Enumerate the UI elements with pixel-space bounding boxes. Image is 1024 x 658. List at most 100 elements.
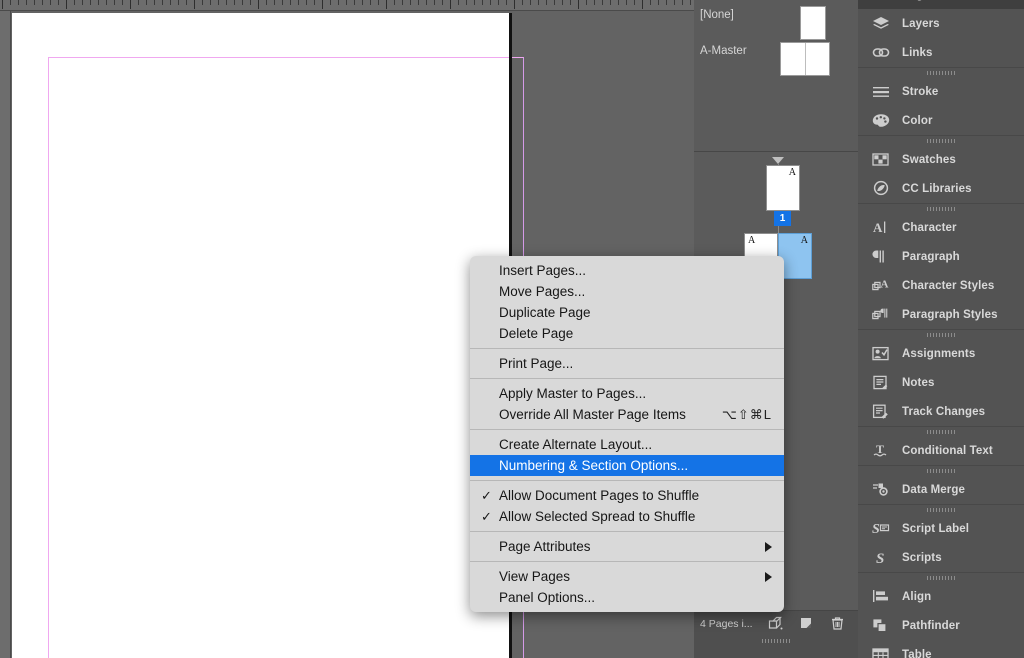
script-label-icon: S <box>870 519 892 539</box>
ruler-tick <box>98 0 99 5</box>
dock-item-label: Paragraph <box>902 250 960 263</box>
pages-panel-context-menu[interactable]: Insert Pages... Move Pages... Duplicate Pa… <box>470 256 784 612</box>
dock-item-scripts[interactable]: S Scripts <box>858 543 1024 572</box>
panel-grip[interactable] <box>927 139 955 143</box>
panel-grip[interactable] <box>927 430 955 434</box>
dock-group-grip[interactable] <box>858 330 1024 339</box>
dock-group-grip[interactable] <box>858 466 1024 475</box>
master-thumbnail-none[interactable] <box>800 6 826 40</box>
dock-group-grip[interactable] <box>858 427 1024 436</box>
dock-item-script-label[interactable]: S Script Label <box>858 514 1024 543</box>
vertical-ruler[interactable] <box>0 11 11 658</box>
ruler-tick <box>50 0 51 5</box>
cc-libraries-icon <box>870 179 892 199</box>
ruler-tick <box>178 0 179 5</box>
dock-group-grip[interactable] <box>858 204 1024 213</box>
spread-collapse-arrow-icon[interactable] <box>772 157 784 164</box>
ruler-tick <box>58 0 59 5</box>
panel-grip[interactable] <box>927 333 955 337</box>
master-thumbnail-a-master[interactable] <box>780 42 830 76</box>
ruler-tick <box>274 0 275 5</box>
script-label-icon: S <box>872 522 890 537</box>
menu-item-page-attributes[interactable]: Page Attributes <box>470 536 784 557</box>
ruler-tick <box>74 0 75 5</box>
ruler-tick <box>210 0 211 5</box>
checkmark-icon: ✓ <box>481 509 492 524</box>
dock-item-paragraph[interactable]: Paragraph <box>858 242 1024 271</box>
master-row-a-master[interactable]: A-Master <box>694 40 858 76</box>
color-icon <box>870 111 892 131</box>
dock-item-character[interactable]: A Character <box>858 213 1024 242</box>
menu-item-label: Allow Selected Spread to Shuffle <box>499 509 696 524</box>
menu-item-print-page[interactable]: Print Page... <box>470 353 784 374</box>
dock-item-assignments[interactable]: Assignments <box>858 339 1024 368</box>
menu-item-allow-selected-spread-to-shuffle[interactable]: ✓ Allow Selected Spread to Shuffle <box>470 506 784 527</box>
dock-item-align[interactable]: Align <box>858 582 1024 611</box>
menu-item-override-all-master-page-items[interactable]: Override All Master Page Items ⌥⇧⌘L <box>470 404 784 425</box>
dock-group-grip[interactable] <box>858 505 1024 514</box>
panel-grip[interactable] <box>927 576 955 580</box>
menu-item-move-pages[interactable]: Move Pages... <box>470 281 784 302</box>
dock-item-cc-libraries[interactable]: CC Libraries <box>858 174 1024 203</box>
create-new-page-icon[interactable] <box>798 615 815 632</box>
menu-item-delete-page[interactable]: Delete Page <box>470 323 784 344</box>
menu-item-allow-document-pages-to-shuffle[interactable]: ✓ Allow Document Pages to Shuffle <box>470 485 784 506</box>
track-changes-icon <box>870 402 892 422</box>
panel-grip[interactable] <box>927 508 955 512</box>
dock-item-label: CC Libraries <box>902 182 972 195</box>
panel-grip[interactable] <box>927 469 955 473</box>
dock-item-character-styles[interactable]: A Character Styles <box>858 271 1024 300</box>
ruler-tick <box>234 0 235 5</box>
dock-item-swatches[interactable]: Swatches <box>858 145 1024 174</box>
stroke-icon <box>873 86 889 97</box>
dock-group-grip[interactable] <box>858 68 1024 77</box>
menu-item-panel-options[interactable]: Panel Options... <box>470 587 784 608</box>
menu-item-duplicate-page[interactable]: Duplicate Page <box>470 302 784 323</box>
horizontal-ruler[interactable] <box>0 0 694 11</box>
dock-item-notes[interactable]: Notes <box>858 368 1024 397</box>
master-pages-list[interactable]: [None] A-Master <box>694 0 858 152</box>
edit-page-size-icon[interactable] <box>767 615 784 632</box>
paragraph-styles-icon <box>872 308 888 319</box>
page-thumbnail-master[interactable]: A <box>766 165 800 211</box>
svg-text:A: A <box>873 220 883 235</box>
ruler-tick <box>674 0 675 5</box>
panel-grip[interactable] <box>762 639 790 643</box>
ruler-tick <box>106 0 107 5</box>
dock-item-pathfinder[interactable]: Pathfinder <box>858 611 1024 640</box>
page-master-letter: A <box>788 167 796 178</box>
master-label: [None] <box>700 9 734 21</box>
dock-item-track-changes[interactable]: Track Changes <box>858 397 1024 426</box>
menu-item-numbering-section-options[interactable]: Numbering & Section Options... <box>470 455 784 476</box>
dock-item-table[interactable]: Table <box>858 640 1024 658</box>
menu-item-insert-pages[interactable]: Insert Pages... <box>470 260 784 281</box>
pages-panel-resize-area[interactable] <box>694 636 858 658</box>
dock-item-pages[interactable]: Pages <box>858 0 1024 9</box>
master-row-none[interactable]: [None] <box>694 4 858 40</box>
dock-group-grip[interactable] <box>858 136 1024 145</box>
dock-item-links[interactable]: Links <box>858 38 1024 67</box>
ruler-tick <box>466 0 467 5</box>
page-number-badge[interactable]: 1 <box>774 211 791 226</box>
dock-group-grip[interactable] <box>858 573 1024 582</box>
ruler-tick <box>554 0 555 5</box>
dock-item-data-merge[interactable]: Data Merge <box>858 475 1024 504</box>
panel-dock[interactable]: Pages Layers Links Stroke Color Swatches CC Li… <box>858 0 1024 658</box>
delete-page-icon[interactable] <box>829 615 846 632</box>
menu-item-view-pages[interactable]: View Pages <box>470 566 784 587</box>
panel-grip[interactable] <box>927 71 955 75</box>
dock-item-stroke[interactable]: Stroke <box>858 77 1024 106</box>
menu-item-apply-master-to-pages[interactable]: Apply Master to Pages... <box>470 383 784 404</box>
dock-item-label: Paragraph Styles <box>902 308 998 321</box>
ruler-tick <box>690 0 691 5</box>
panel-grip[interactable] <box>927 207 955 211</box>
dock-item-conditional-text[interactable]: T Conditional Text <box>858 436 1024 465</box>
dock-item-layers[interactable]: Layers <box>858 9 1024 38</box>
ruler-tick <box>314 0 315 5</box>
menu-item-label: Delete Page <box>499 326 574 341</box>
menu-item-create-alternate-layout[interactable]: Create Alternate Layout... <box>470 434 784 455</box>
dock-item-paragraph-styles[interactable]: Paragraph Styles <box>858 300 1024 329</box>
menu-item-label: Panel Options... <box>499 590 596 605</box>
document-page[interactable] <box>12 13 524 658</box>
dock-item-color[interactable]: Color <box>858 106 1024 135</box>
